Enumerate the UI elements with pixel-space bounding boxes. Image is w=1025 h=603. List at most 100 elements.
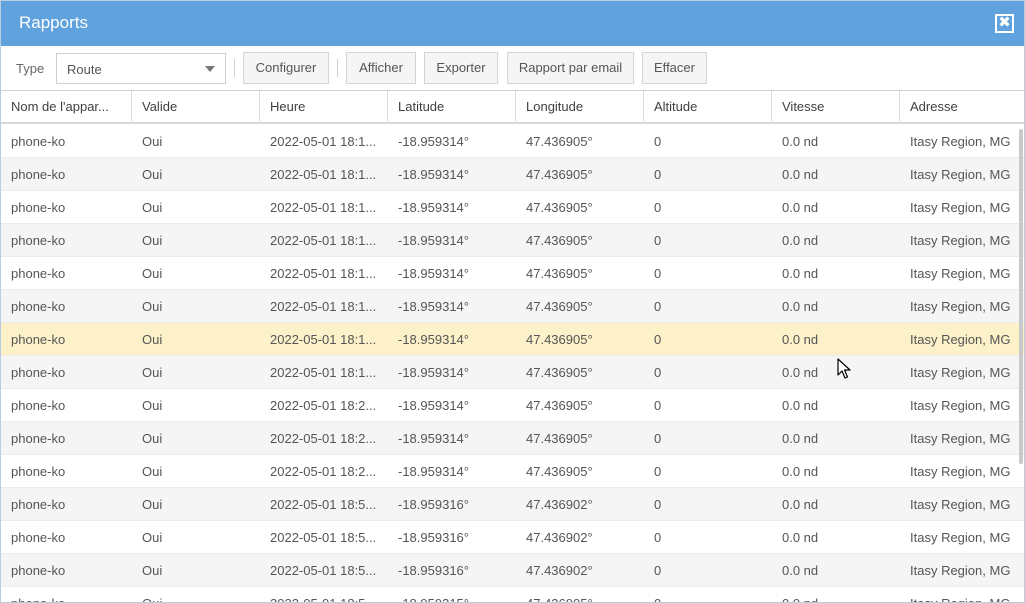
- cell-altitude: 0: [644, 587, 772, 602]
- cell-speed: 0.0 nd: [782, 530, 819, 545]
- chevron-down-icon[interactable]: [205, 66, 215, 72]
- cell-address: Itasy Region, MG: [910, 200, 1011, 215]
- email-report-button[interactable]: Rapport par email: [507, 52, 634, 84]
- cell-latitude: -18.959314°: [398, 431, 469, 446]
- cell-time: 2022-05-01 18:1...: [270, 200, 377, 215]
- table-row[interactable]: phone-ko Oui 2022-05-01 18:2... -18.959314°…: [1, 422, 1024, 455]
- cell-address: Itasy Region, MG: [910, 497, 1011, 512]
- cell-valid: Oui: [142, 266, 163, 281]
- cell-valid: Oui: [142, 530, 163, 545]
- column-header-altitude[interactable]: Altitude: [644, 91, 772, 124]
- cell-time: 2022-05-01 18:1...: [270, 332, 377, 347]
- cell-altitude: 0: [654, 299, 662, 314]
- cell-time: 2022-05-01 18:5...: [260, 587, 388, 602]
- table-row[interactable]: phone-ko Oui 2022-05-01 18:1... -18.959314°…: [1, 356, 1024, 389]
- table-row[interactable]: phone-ko Oui 2022-05-01 18:1... -18.959314°…: [1, 158, 1024, 191]
- cell-altitude: 0: [654, 365, 662, 380]
- cell-longitude: 47.436905°: [526, 134, 593, 149]
- column-header-address[interactable]: Adresse: [900, 91, 1024, 124]
- cell-valid: Oui: [142, 332, 163, 347]
- cell-address: Itasy Region, MG: [910, 398, 1011, 413]
- column-header-latitude[interactable]: Latitude: [388, 91, 516, 124]
- table-row[interactable]: phone-ko Oui 2022-05-01 18:1... -18.959314°…: [1, 257, 1024, 290]
- cell-latitude: -18.959314°: [398, 167, 469, 182]
- cell-device-name: phone-ko: [11, 332, 66, 347]
- show-button[interactable]: Afficher: [346, 52, 416, 84]
- cell-latitude: -18.959316°: [398, 497, 469, 512]
- cell-device-name: phone-ko: [11, 299, 66, 314]
- cell-time: 2022-05-01 18:1...: [270, 167, 377, 182]
- mouse-pointer-icon: [837, 358, 851, 379]
- table-row[interactable]: phone-ko Oui 2022-05-01 18:5... -18.959316°…: [1, 521, 1024, 554]
- table-row[interactable]: phone-ko Oui 2022-05-01 18:1... -18.959314°…: [1, 125, 1024, 158]
- cell-longitude: 47.436905°: [526, 332, 593, 347]
- cell-valid: Oui: [142, 167, 163, 182]
- table-row[interactable]: phone-koOui2022-05-01 18:5...-18.959315°…: [1, 587, 1024, 602]
- column-header-longitude[interactable]: Longitude: [516, 91, 644, 124]
- table-row[interactable]: phone-ko Oui 2022-05-01 18:1... -18.959314°…: [1, 191, 1024, 224]
- window-titlebar: Rapports ✖: [1, 1, 1024, 46]
- export-button[interactable]: Exporter: [424, 52, 498, 84]
- reports-window: Rapports ✖ Type Route Configurer Affiche…: [0, 0, 1025, 603]
- cell-address: Itasy Region, MG: [910, 563, 1011, 578]
- table-row[interactable]: phone-ko Oui 2022-05-01 18:1... -18.959314°…: [1, 290, 1024, 323]
- cell-address: Itasy Region, MG: [910, 266, 1011, 281]
- column-header-time[interactable]: Heure: [260, 91, 388, 124]
- table-row[interactable]: phone-ko Oui 2022-05-01 18:1... -18.959314°…: [1, 323, 1024, 356]
- cell-valid: Oui: [142, 233, 163, 248]
- cell-altitude: 0: [654, 134, 662, 149]
- table-row[interactable]: phone-ko Oui 2022-05-01 18:2... -18.959314°…: [1, 389, 1024, 422]
- table-row[interactable]: phone-ko Oui 2022-05-01 18:5... -18.959316°…: [1, 554, 1024, 587]
- cell-speed: 0.0 nd: [782, 563, 819, 578]
- table-row[interactable]: phone-ko Oui 2022-05-01 18:5... -18.959316°…: [1, 488, 1024, 521]
- cell-address: Itasy Region, MG: [910, 464, 1011, 479]
- cell-device-name: phone-ko: [11, 398, 66, 413]
- cell-speed: 0.0 nd: [782, 134, 819, 149]
- cell-altitude: 0: [654, 398, 662, 413]
- cell-latitude: -18.959314°: [398, 134, 469, 149]
- cell-latitude: -18.959314°: [398, 266, 469, 281]
- cell-longitude: 47.436905°: [526, 365, 593, 380]
- table-row[interactable]: phone-ko Oui 2022-05-01 18:2... -18.959314°…: [1, 455, 1024, 488]
- cell-time: 2022-05-01 18:2...: [270, 464, 377, 479]
- cell-valid: Oui: [142, 398, 163, 413]
- cell-time: 2022-05-01 18:1...: [270, 365, 377, 380]
- cell-latitude: -18.959314°: [398, 464, 469, 479]
- cell-time: 2022-05-01 18:1...: [270, 266, 377, 281]
- cell-longitude: 47.436905°: [516, 587, 644, 602]
- cell-valid: Oui: [142, 200, 163, 215]
- cell-valid: Oui: [142, 134, 163, 149]
- cell-altitude: 0: [654, 431, 662, 446]
- window-title: Rapports: [19, 13, 88, 32]
- cell-longitude: 47.436905°: [526, 266, 593, 281]
- cell-longitude: 47.436905°: [526, 464, 593, 479]
- cell-latitude: -18.959316°: [398, 563, 469, 578]
- cell-speed: 0.0 nd: [782, 332, 819, 347]
- cell-latitude: -18.959314°: [398, 365, 469, 380]
- cell-altitude: 0: [654, 167, 662, 182]
- close-icon[interactable]: ✖: [995, 14, 1014, 33]
- column-header-valid[interactable]: Valide: [132, 91, 260, 124]
- column-header-device-name[interactable]: Nom de l'appar...: [1, 91, 132, 124]
- cell-device-name: phone-ko: [11, 200, 66, 215]
- cell-latitude: -18.959314°: [398, 398, 469, 413]
- cell-latitude: -18.959314°: [398, 233, 469, 248]
- vertical-scrollbar[interactable]: [1019, 129, 1023, 464]
- table-row[interactable]: phone-ko Oui 2022-05-01 18:1... -18.959314°…: [1, 224, 1024, 257]
- cell-longitude: 47.436902°: [526, 530, 593, 545]
- cell-device-name: phone-ko: [11, 563, 66, 578]
- cell-speed: 0.0 nd: [782, 398, 819, 413]
- cell-time: 2022-05-01 18:1...: [270, 233, 377, 248]
- cell-time: 2022-05-01 18:2...: [270, 398, 377, 413]
- configure-button[interactable]: Configurer: [243, 52, 329, 84]
- cell-speed: 0.0 nd: [782, 299, 819, 314]
- type-select[interactable]: Route: [56, 53, 226, 84]
- cell-altitude: 0: [654, 266, 662, 281]
- cell-valid: Oui: [142, 431, 163, 446]
- cell-time: 2022-05-01 18:5...: [270, 530, 377, 545]
- cell-device-name: phone-ko: [11, 530, 66, 545]
- cell-altitude: 0: [654, 200, 662, 215]
- column-header-speed[interactable]: Vitesse: [772, 91, 900, 124]
- cell-latitude: -18.959314°: [398, 332, 469, 347]
- clear-button[interactable]: Effacer: [642, 52, 707, 84]
